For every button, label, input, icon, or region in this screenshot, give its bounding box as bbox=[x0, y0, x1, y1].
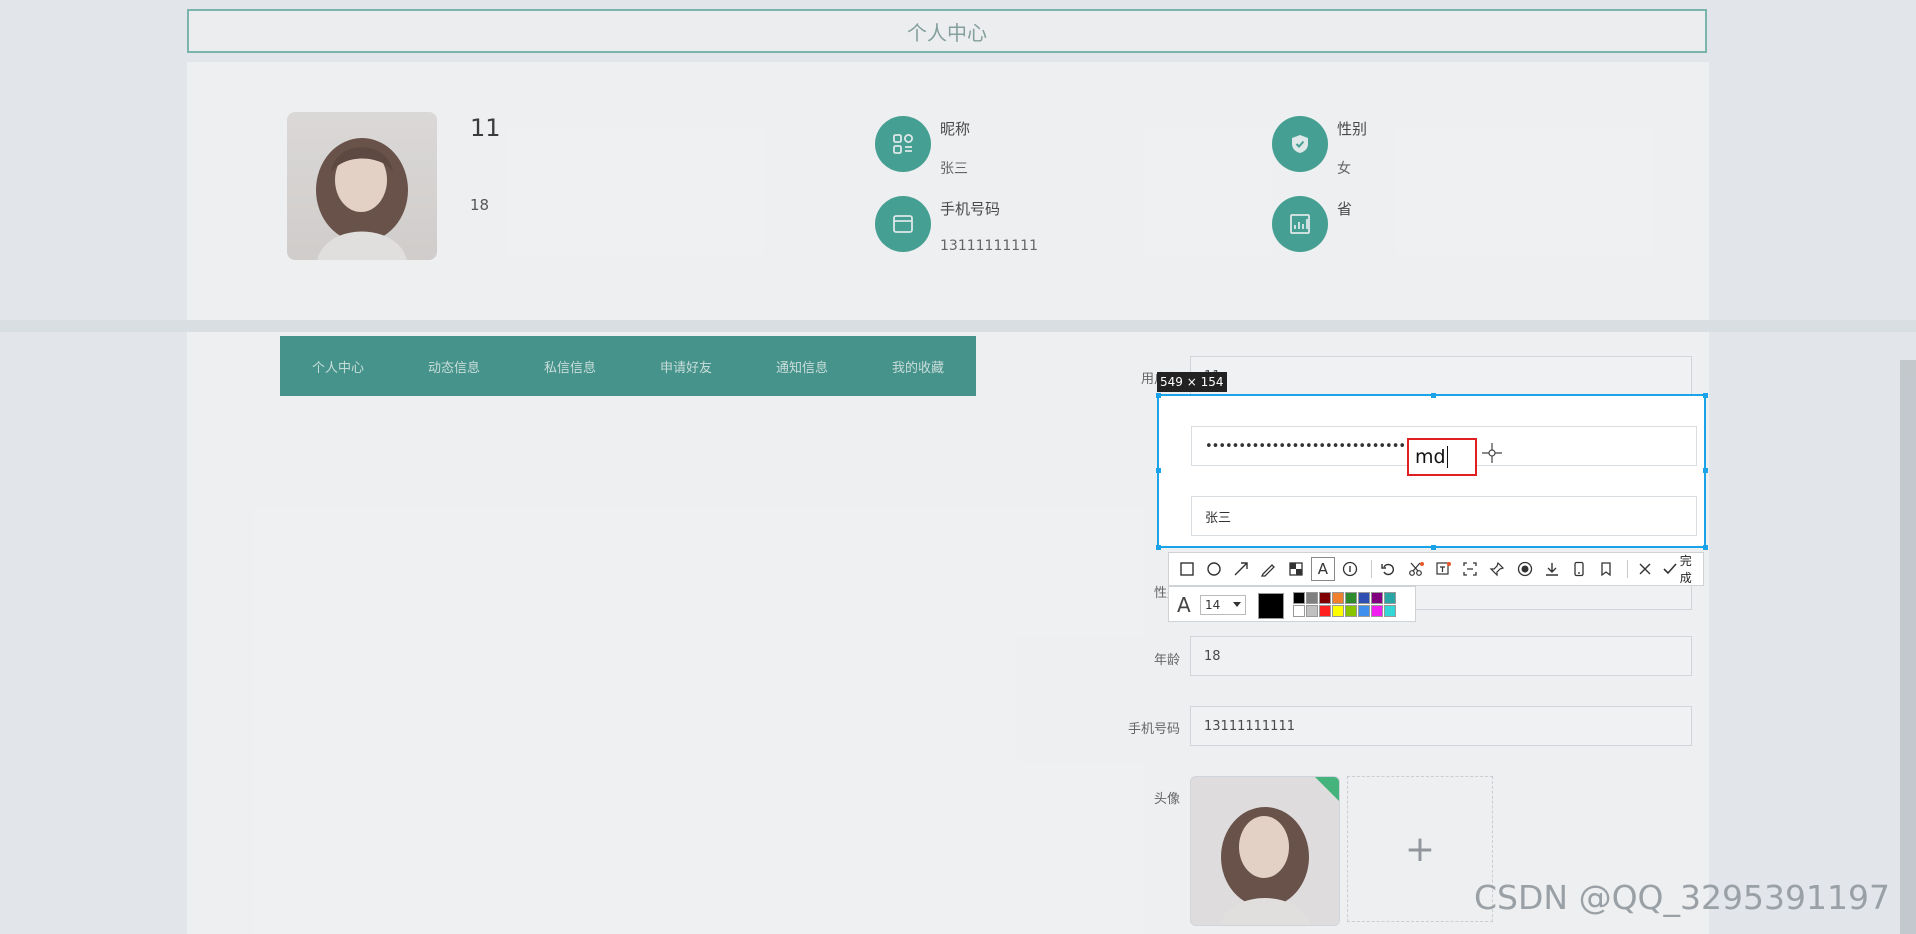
selection-size-tag: 549 × 154 bbox=[1157, 372, 1227, 392]
scissors-icon[interactable] bbox=[1404, 557, 1427, 581]
resize-handle-bottom-right[interactable] bbox=[1703, 545, 1708, 550]
color-swatch[interactable] bbox=[1371, 605, 1383, 617]
color-swatch[interactable] bbox=[1345, 605, 1357, 617]
gender-form-label: 性别 bbox=[1153, 586, 1180, 601]
shield-check-icon bbox=[1292, 135, 1308, 153]
ocr-translate-icon[interactable] bbox=[1431, 557, 1454, 581]
undo-icon[interactable] bbox=[1377, 557, 1400, 581]
font-glyph-icon: A bbox=[1177, 593, 1191, 617]
avatar-thumbnail bbox=[1219, 777, 1339, 925]
mosaic-icon[interactable] bbox=[1284, 557, 1307, 581]
tab-messages[interactable]: 私信信息 bbox=[544, 357, 596, 376]
province-label: 省 bbox=[1337, 200, 1353, 218]
pencil-icon[interactable] bbox=[1257, 557, 1280, 581]
color-swatch[interactable] bbox=[1306, 605, 1318, 617]
phone-save-icon[interactable] bbox=[1568, 557, 1591, 581]
ellipse-icon[interactable] bbox=[1202, 557, 1225, 581]
phone-label: 手机号码 bbox=[940, 200, 1001, 218]
resize-handle-top-right[interactable] bbox=[1703, 393, 1708, 398]
profile-avatar bbox=[287, 112, 437, 260]
font-size-select[interactable]: 14 bbox=[1200, 595, 1246, 615]
tab-favorites[interactable]: 我的收藏 bbox=[892, 357, 944, 376]
resize-handle-right[interactable] bbox=[1703, 468, 1708, 473]
age-label: 年龄 bbox=[1153, 653, 1180, 668]
tab-profile[interactable]: 个人中心 bbox=[312, 357, 364, 376]
color-swatch[interactable] bbox=[1358, 605, 1370, 617]
color-swatch[interactable] bbox=[1293, 592, 1305, 604]
check-icon bbox=[1663, 563, 1677, 575]
resize-handle-top-left[interactable] bbox=[1156, 393, 1161, 398]
avatar-upload-button[interactable]: + bbox=[1347, 776, 1493, 922]
move-cursor-icon bbox=[1482, 443, 1502, 463]
color-swatch[interactable] bbox=[1371, 592, 1383, 604]
color-swatch[interactable] bbox=[1319, 592, 1331, 604]
avatar-label: 头像 bbox=[1153, 792, 1180, 807]
nickname-icon-circle bbox=[875, 116, 931, 172]
text-tool-icon[interactable]: A bbox=[1311, 557, 1335, 581]
resize-handle-top[interactable] bbox=[1431, 393, 1436, 398]
chevron-down-icon bbox=[1233, 602, 1241, 607]
chart-icon bbox=[1290, 214, 1310, 234]
rectangle-icon[interactable] bbox=[1175, 557, 1198, 581]
username-input[interactable]: 11 bbox=[1190, 356, 1692, 396]
phone-value: 13111111111 bbox=[940, 238, 1038, 254]
profile-name: 11 bbox=[470, 114, 501, 142]
phone-input[interactable]: 13111111111 bbox=[1190, 706, 1692, 746]
resize-handle-bottom-left[interactable] bbox=[1156, 545, 1161, 550]
gender-value: 女 bbox=[1337, 161, 1351, 177]
arrow-icon[interactable] bbox=[1230, 557, 1253, 581]
done-button[interactable]: 完成 bbox=[1662, 552, 1703, 586]
color-swatch[interactable] bbox=[1384, 592, 1396, 604]
color-swatch[interactable] bbox=[1332, 605, 1344, 617]
color-swatch[interactable] bbox=[1384, 605, 1396, 617]
page: 个人中心 11 18 昵称 张三 手机号码 13111111111 性别 女 省… bbox=[0, 0, 1916, 934]
nickname-value: 张三 bbox=[940, 161, 968, 177]
color-swatch[interactable] bbox=[1306, 592, 1318, 604]
watermark: CSDN @QQ_3295391197 bbox=[1474, 878, 1890, 917]
gender-label: 性别 bbox=[1337, 120, 1368, 138]
color-swatch[interactable] bbox=[1345, 592, 1357, 604]
color-swatch[interactable] bbox=[1358, 592, 1370, 604]
done-label: 完成 bbox=[1679, 554, 1692, 585]
tab-posts[interactable]: 动态信息 bbox=[428, 357, 480, 376]
annotation-text-box[interactable]: md bbox=[1407, 438, 1477, 476]
nickname-label: 昵称 bbox=[940, 120, 971, 138]
gender-icon-circle bbox=[1272, 116, 1328, 172]
screenshot-toolbar: A 完成 bbox=[1168, 552, 1704, 586]
avatar-upload-preview[interactable] bbox=[1190, 776, 1340, 926]
avatar-portrait bbox=[316, 138, 408, 260]
page-title: 个人中心 bbox=[187, 9, 1707, 53]
tab-friend-requests[interactable]: 申请好友 bbox=[660, 357, 712, 376]
phone-form-label: 手机号码 bbox=[1127, 722, 1180, 737]
nickname-input[interactable]: 张三 bbox=[1191, 496, 1697, 536]
section-divider bbox=[0, 320, 1916, 332]
current-color[interactable] bbox=[1258, 593, 1284, 619]
scan-text-icon[interactable] bbox=[1459, 557, 1482, 581]
apps-icon bbox=[893, 134, 913, 154]
card-icon bbox=[893, 215, 913, 233]
resize-handle-bottom[interactable] bbox=[1431, 545, 1436, 550]
age-input[interactable]: 18 bbox=[1190, 636, 1692, 676]
bookmark-icon[interactable] bbox=[1595, 557, 1618, 581]
download-icon[interactable] bbox=[1540, 557, 1563, 581]
color-swatch[interactable] bbox=[1319, 605, 1331, 617]
pin-icon[interactable] bbox=[1486, 557, 1509, 581]
resize-handle-left[interactable] bbox=[1156, 468, 1161, 473]
tab-notifications[interactable]: 通知信息 bbox=[776, 357, 828, 376]
province-icon-circle bbox=[1272, 196, 1328, 252]
record-icon[interactable] bbox=[1513, 557, 1536, 581]
profile-age: 18 bbox=[470, 196, 490, 214]
tab-bar: 个人中心 动态信息 私信信息 申请好友 通知信息 我的收藏 bbox=[280, 336, 976, 396]
color-swatch[interactable] bbox=[1332, 592, 1344, 604]
scrollbar[interactable] bbox=[1900, 360, 1916, 934]
selection-box[interactable]: 密码 •••••••••••••••••••••••••••••••• 昵称 张… bbox=[1156, 393, 1708, 550]
text-style-toolbar: A 14 bbox=[1168, 586, 1416, 622]
toolbar-divider-2 bbox=[1627, 560, 1628, 578]
number-marker-icon[interactable] bbox=[1339, 557, 1362, 581]
phone-icon-circle bbox=[875, 196, 931, 252]
color-swatch[interactable] bbox=[1293, 605, 1305, 617]
toolbar-divider bbox=[1370, 560, 1372, 578]
close-icon[interactable] bbox=[1633, 557, 1656, 581]
